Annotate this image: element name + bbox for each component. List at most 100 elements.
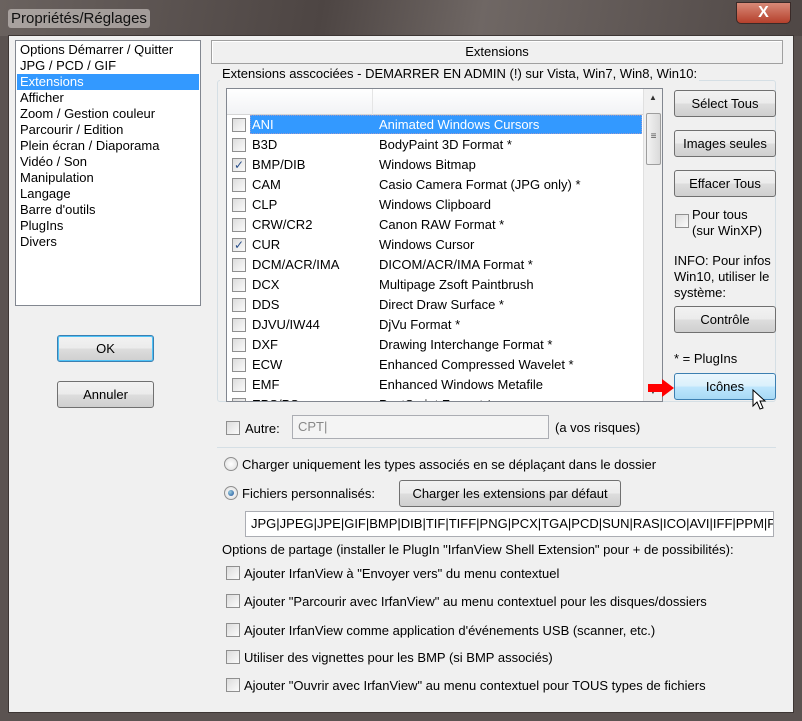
extension-checkbox[interactable]	[232, 318, 246, 332]
select-all-button[interactable]: Sélect Tous	[674, 90, 776, 117]
sidebar-item[interactable]: PlugIns	[17, 218, 199, 234]
list-item[interactable]: B3D BodyPaint 3D Format *	[227, 135, 643, 155]
sidebar-item[interactable]: Afficher	[17, 90, 199, 106]
extension-checkbox[interactable]	[232, 338, 246, 352]
sidebar-item[interactable]: Zoom / Gestion couleur	[17, 106, 199, 122]
load-associated-radio[interactable]	[224, 457, 238, 471]
category-list[interactable]: Options Démarrer / Quitter JPG / PCD / GI…	[15, 40, 201, 306]
divider	[217, 447, 776, 448]
for-all-sub: (sur WinXP)	[692, 223, 763, 238]
extension-checkbox[interactable]	[232, 278, 246, 292]
extension-description: Canon RAW Format *	[379, 217, 505, 232]
sidebar-item[interactable]: Divers	[17, 234, 199, 250]
list-item[interactable]: DDS Direct Draw Surface *	[227, 295, 643, 315]
custom-files-radio[interactable]	[224, 486, 238, 500]
extension-name: EMF	[252, 377, 280, 392]
close-button[interactable]: X	[736, 2, 791, 24]
custom-files-label: Fichiers personnalisés:	[242, 486, 375, 501]
scroll-up-icon[interactable]: ▲	[649, 93, 657, 102]
risk-note: (a vos risques)	[555, 420, 641, 435]
list-item[interactable]: EMF Enhanced Windows Metafile	[227, 375, 643, 395]
extension-checkbox[interactable]: ✓	[232, 158, 246, 172]
sidebar-item[interactable]: Vidéo / Son	[17, 154, 199, 170]
extension-checkbox[interactable]	[232, 298, 246, 312]
list-item[interactable]: CAM Casio Camera Format (JPG only) *	[227, 175, 643, 195]
ok-button[interactable]: OK	[57, 335, 154, 362]
list-item[interactable]: ✓ EPS/PS PostScript Format *	[227, 395, 643, 401]
list-item[interactable]: CRW/CR2 Canon RAW Format *	[227, 215, 643, 235]
other-label: Autre:	[245, 421, 280, 436]
list-item[interactable]: ✓ CUR Windows Cursor	[227, 235, 643, 255]
share-option-label: Ajouter "Ouvrir avec IrfanView" au menu …	[244, 678, 706, 693]
extensions-list[interactable]: ANI Animated Windows Cursors B3D BodyPaint …	[226, 88, 663, 402]
window-title: Propriétés/Réglages	[8, 9, 150, 28]
list-item[interactable]: ECW Enhanced Compressed Wavelet *	[227, 355, 643, 375]
sidebar-item[interactable]: Barre d'outils	[17, 202, 199, 218]
extension-checkbox[interactable]	[232, 178, 246, 192]
extension-description: Enhanced Compressed Wavelet *	[379, 357, 574, 372]
share-option-checkbox[interactable]	[226, 566, 240, 580]
extension-description: Windows Clipboard	[379, 197, 491, 212]
sidebar-item[interactable]: Options Démarrer / Quitter	[17, 42, 199, 58]
extension-checkbox[interactable]	[232, 138, 246, 152]
extension-description: Windows Cursor	[379, 237, 475, 252]
extension-checkbox[interactable]: ✓	[232, 398, 246, 401]
extension-name: DCM/ACR/IMA	[252, 257, 340, 272]
list-item[interactable]: DCX Multipage Zsoft Paintbrush	[227, 275, 643, 295]
red-arrow-icon	[648, 379, 674, 397]
sidebar-item[interactable]: JPG / PCD / GIF	[17, 58, 199, 74]
custom-extensions-input[interactable]: JPG|JPEG|JPE|GIF|BMP|DIB|TIF|TIFF|PNG|PC…	[245, 511, 774, 537]
extension-name: DCX	[252, 277, 280, 292]
extension-checkbox[interactable]	[232, 258, 246, 272]
other-extensions-input[interactable]: CPT|	[292, 415, 549, 439]
control-button[interactable]: Contrôle	[674, 306, 776, 333]
plugins-note: * = PlugIns	[674, 351, 738, 366]
extension-description: Direct Draw Surface *	[379, 297, 504, 312]
extension-checkbox[interactable]	[232, 198, 246, 212]
sidebar-item[interactable]: Parcourir / Edition	[17, 122, 199, 138]
extension-description: Multipage Zsoft Paintbrush	[379, 277, 534, 292]
extension-name: ANI	[252, 117, 274, 132]
share-option-label: Ajouter "Parcourir avec IrfanView" au me…	[244, 594, 707, 609]
share-option-checkbox[interactable]	[226, 650, 240, 664]
load-defaults-button[interactable]: Charger les extensions par défaut	[399, 480, 621, 507]
sidebar-item[interactable]: Extensions	[17, 74, 199, 90]
extension-name: CUR	[252, 237, 281, 252]
extension-description: Casio Camera Format (JPG only) *	[379, 177, 581, 192]
list-item[interactable]: ✓ BMP/DIB Windows Bitmap	[227, 155, 643, 175]
clear-all-button[interactable]: Effacer Tous	[674, 170, 776, 197]
share-option-checkbox[interactable]	[226, 623, 240, 637]
extension-checkbox[interactable]: ✓	[232, 238, 246, 252]
extension-description: Animated Windows Cursors	[379, 117, 540, 132]
sidebar-item[interactable]: Plein écran / Diaporama	[17, 138, 199, 154]
for-all-checkbox[interactable]	[675, 214, 689, 228]
extension-description: DICOM/ACR/IMA Format *	[379, 257, 533, 272]
extension-checkbox[interactable]	[232, 358, 246, 372]
extension-name: DXF	[252, 337, 278, 352]
list-item[interactable]: DJVU/IW44 DjVu Format *	[227, 315, 643, 335]
list-item[interactable]: DXF Drawing Interchange Format *	[227, 335, 643, 355]
vertical-scrollbar[interactable]: ▲ ≡ ▼	[643, 89, 662, 401]
extension-description: Windows Bitmap	[379, 157, 476, 172]
list-item[interactable]: ANI Animated Windows Cursors	[227, 115, 643, 135]
extension-checkbox[interactable]	[232, 378, 246, 392]
list-item[interactable]: DCM/ACR/IMA DICOM/ACR/IMA Format *	[227, 255, 643, 275]
share-option-checkbox[interactable]	[226, 594, 240, 608]
load-associated-label: Charger uniquement les types associés en…	[242, 457, 657, 472]
extension-checkbox[interactable]	[232, 118, 246, 132]
extension-description: DjVu Format *	[379, 317, 461, 332]
images-only-button[interactable]: Images seules	[674, 130, 776, 157]
sidebar-item[interactable]: Manipulation	[17, 170, 199, 186]
scroll-thumb[interactable]: ≡	[646, 113, 661, 165]
extension-checkbox[interactable]	[232, 218, 246, 232]
list-item[interactable]: CLP Windows Clipboard	[227, 195, 643, 215]
share-option-label: Ajouter IrfanView à "Envoyer vers" du me…	[244, 566, 560, 581]
other-checkbox[interactable]	[226, 421, 240, 435]
extension-name: DDS	[252, 297, 280, 312]
extension-name: ECW	[252, 357, 283, 372]
info-text: INFO: Pour infos Win10, utiliser le syst…	[674, 253, 771, 300]
cancel-button[interactable]: Annuler	[57, 381, 154, 408]
share-option-checkbox[interactable]	[226, 678, 240, 692]
sidebar-item[interactable]: Langage	[17, 186, 199, 202]
list-header	[227, 89, 643, 115]
